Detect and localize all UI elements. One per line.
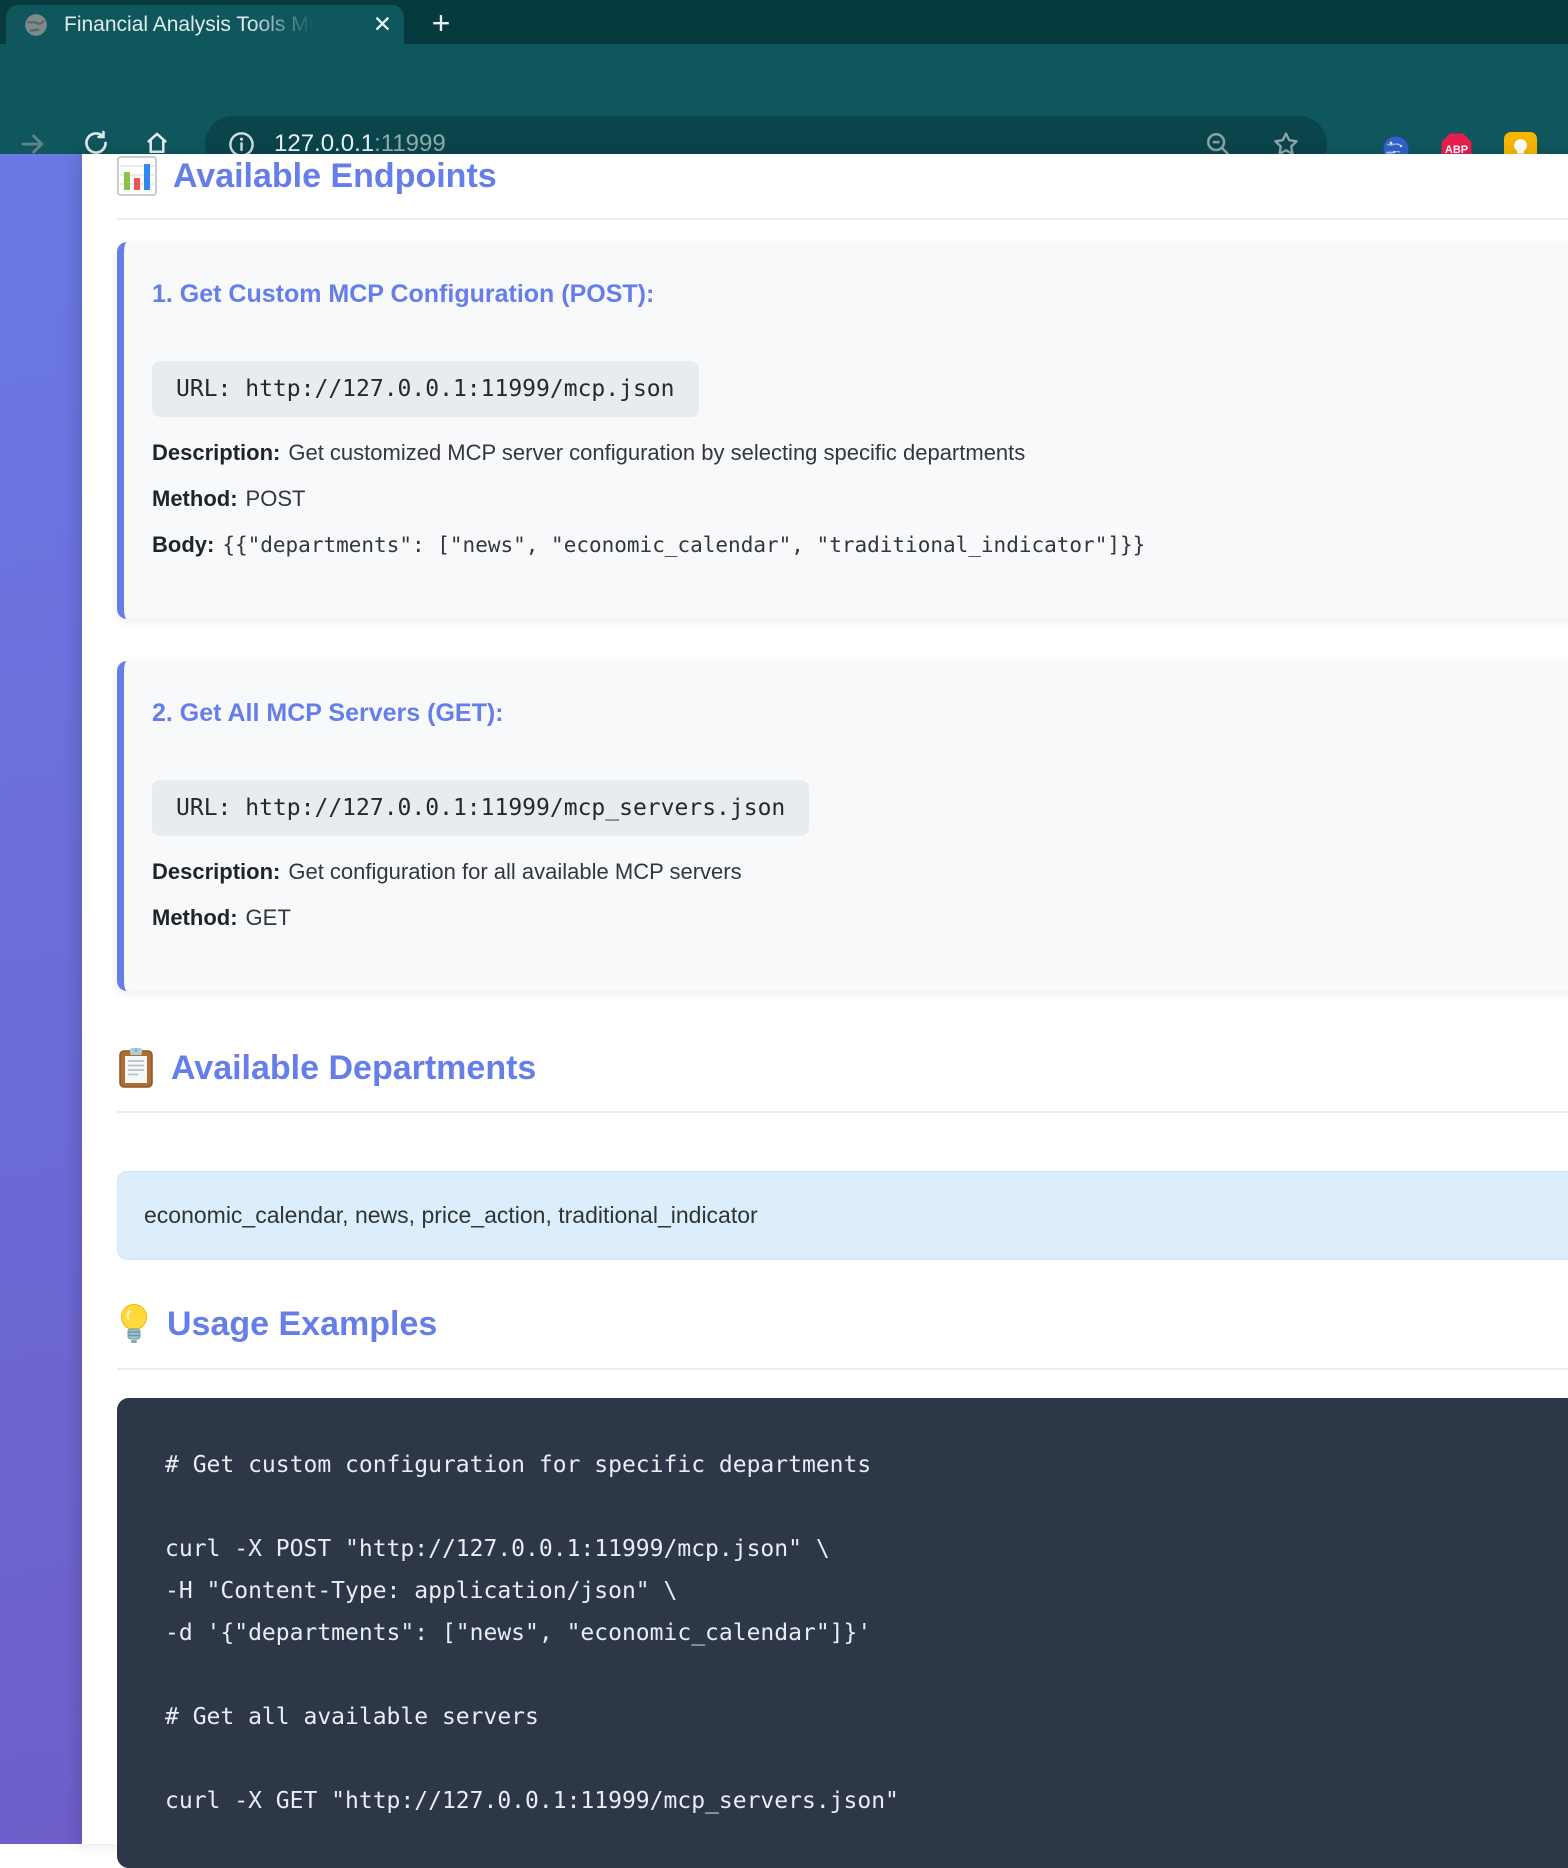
browser-chrome: Financial Analysis Tools MCP ✕ + 127.0.0… (0, 0, 1568, 172)
clipboard-icon (117, 1047, 155, 1089)
body-value: {{"departments": ["news", "economic_cale… (222, 532, 1146, 557)
tab-close-icon[interactable]: ✕ (373, 13, 392, 36)
description-value: Get customized MCP server configuration … (288, 440, 1026, 465)
section-endpoints: Available Endpoints 1. Get Custom MCP Co… (117, 154, 1568, 992)
browser-toolbar: 127.0.0.1:11999 ABP (0, 44, 1568, 172)
usage-code-block: # Get custom configuration for specific … (117, 1398, 1568, 1868)
endpoint-url: URL: http://127.0.0.1:11999/mcp_servers.… (152, 779, 810, 836)
section-departments: Available Departments economic_calendar,… (117, 1045, 1568, 1261)
tab-favicon-globe-icon (23, 12, 49, 38)
new-tab-button[interactable]: + (419, 4, 463, 42)
departments-list: economic_calendar, news, price_action, t… (117, 1171, 1568, 1261)
endpoint-url: URL: http://127.0.0.1:11999/mcp.json (152, 361, 699, 417)
description-label: Description: (152, 440, 281, 465)
method-value: POST (245, 485, 306, 511)
url-port: :11999 (374, 130, 446, 157)
method-label: Method: (152, 485, 238, 511)
page-content: Available Endpoints 1. Get Custom MCP Co… (82, 154, 1568, 1868)
method-label: Method: (152, 904, 238, 930)
endpoint-card-mcp-servers-json: 2. Get All MCP Servers (GET): URL: http:… (117, 660, 1568, 992)
section-title-usage: Usage Examples (167, 1304, 438, 1343)
browser-tab[interactable]: Financial Analysis Tools MCP ✕ (6, 5, 404, 44)
page-background-gradient (0, 154, 82, 1844)
description-label: Description: (152, 858, 281, 884)
description-value: Get configuration for all available MCP … (288, 858, 742, 884)
endpoint-title: 2. Get All MCP Servers (GET): (152, 698, 504, 727)
tab-strip: Financial Analysis Tools MCP ✕ + (0, 0, 1568, 44)
bar-chart-icon (117, 156, 157, 196)
body-label: Body: (152, 531, 215, 557)
endpoint-title: 1. Get Custom MCP Configuration (POST): (152, 280, 655, 308)
section-title-endpoints: Available Endpoints (173, 156, 497, 195)
endpoint-card-mcp-json: 1. Get Custom MCP Configuration (POST): … (117, 242, 1568, 619)
light-bulb-icon (117, 1302, 151, 1346)
method-value: GET (245, 904, 291, 930)
section-usage: Usage Examples # Get custom configuratio… (117, 1300, 1568, 1868)
url-host: 127.0.0.1 (274, 130, 375, 157)
tab-title-fade (248, 12, 326, 37)
section-title-departments: Available Departments (171, 1048, 537, 1087)
